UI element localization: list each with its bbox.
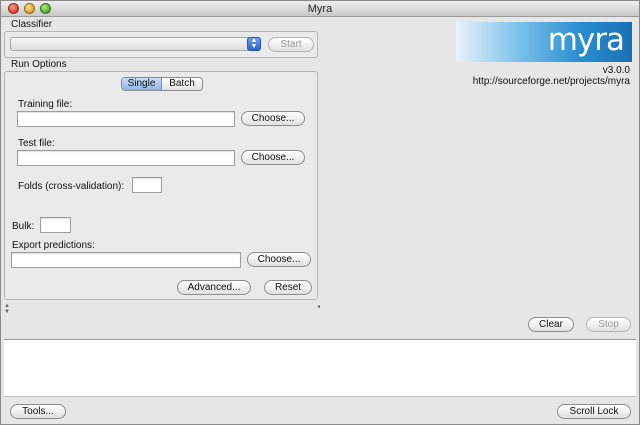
clear-button[interactable]: Clear <box>528 317 574 332</box>
run-options-group: Single Batch Training file: Choose... Te… <box>4 71 318 300</box>
tab-batch[interactable]: Batch <box>162 78 202 90</box>
project-url[interactable]: http://sourceforge.net/projects/myra <box>473 76 630 87</box>
version-text: v3.0.0 <box>602 65 630 76</box>
bulk-input[interactable] <box>40 217 71 233</box>
logo-word: myra <box>547 22 625 58</box>
choose-training-file-button[interactable]: Choose... <box>241 111 305 126</box>
myra-logo: myra <box>456 22 632 62</box>
test-file-input[interactable] <box>17 150 235 166</box>
start-button[interactable]: Start <box>268 37 314 52</box>
window-title: Myra <box>307 3 333 15</box>
classifier-group: ▲ ▼ Start <box>4 31 318 58</box>
title-bar[interactable]: Myra <box>1 1 639 17</box>
split-arrows-icon[interactable]: ▲ ▼ <box>4 303 10 315</box>
scroll-lock-button[interactable]: Scroll Lock <box>557 404 631 419</box>
classifier-group-label: Classifier <box>11 19 53 30</box>
reset-button[interactable]: Reset <box>264 280 312 295</box>
test-file-label: Test file: <box>18 138 55 149</box>
select-arrows-icon: ▲ ▼ <box>247 37 261 51</box>
export-predictions-input[interactable] <box>11 252 241 268</box>
folds-input[interactable] <box>132 177 162 193</box>
split-handle-icon[interactable]: ◂ <box>317 304 320 310</box>
advanced-button[interactable]: Advanced... <box>177 280 251 295</box>
choose-export-file-button[interactable]: Choose... <box>247 252 311 267</box>
training-file-label: Training file: <box>18 99 73 110</box>
tab-single[interactable]: Single <box>122 78 162 90</box>
bulk-label: Bulk: <box>12 221 35 232</box>
tools-button[interactable]: Tools... <box>10 404 66 419</box>
classifier-select[interactable]: ▲ ▼ <box>10 37 261 51</box>
run-mode-segmented-control[interactable]: Single Batch <box>121 77 203 91</box>
training-file-input[interactable] <box>17 111 235 127</box>
folds-label: Folds (cross-validation): <box>18 181 125 192</box>
export-predictions-label: Export predictions: <box>12 240 95 251</box>
stop-button[interactable]: Stop <box>586 317 631 332</box>
choose-test-file-button[interactable]: Choose... <box>241 150 305 165</box>
run-options-label: Run Options <box>11 59 67 70</box>
app-window: Myra Classifier ▲ ▼ Start Run Options Sin… <box>0 0 640 425</box>
log-output-area[interactable] <box>4 339 636 397</box>
